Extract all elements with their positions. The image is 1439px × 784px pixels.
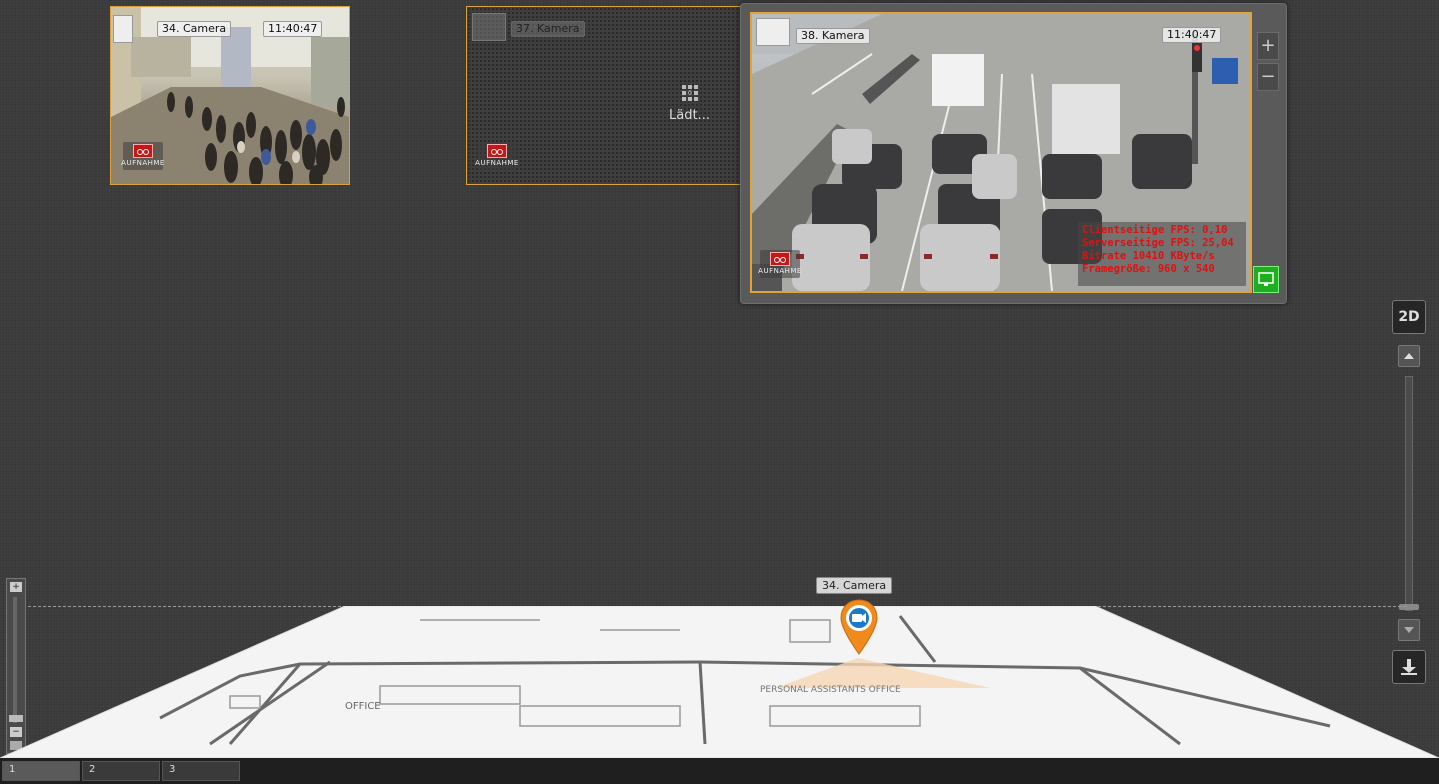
tab-2[interactable]: 2 <box>82 761 160 781</box>
view-mode-2d-button[interactable]: 2D <box>1392 300 1426 334</box>
record-button[interactable]: AUFNAHME <box>475 142 519 170</box>
scroll-up-button[interactable] <box>1398 345 1420 367</box>
room-label-assistants: PERSONAL ASSISTANTS OFFICE <box>760 685 901 695</box>
tab-3[interactable]: 3 <box>162 761 240 781</box>
zoom-in-button[interactable]: + <box>1257 32 1279 60</box>
camera-tile-34[interactable]: 34. Camera 11:40:47 AUFNAHME <box>110 6 350 185</box>
vertical-zoom-slider[interactable] <box>1399 376 1419 611</box>
loading-icon: 0 <box>680 83 704 105</box>
room-label-office: OFFICE <box>345 701 381 712</box>
map-zoom-in[interactable]: + <box>10 582 22 592</box>
monitor-icon[interactable] <box>1253 266 1279 293</box>
svg-text:0: 0 <box>688 90 692 97</box>
client-fps: Clientseitige FPS: 0,10 <box>1082 224 1228 236</box>
camera-tile-37[interactable]: 37. Kamera 0 AUFNAHME <box>466 6 746 185</box>
stream-statistics: Clientseitige FPS: 0,10 Serverseitige FP… <box>1078 222 1246 286</box>
camera-34-label: 34. Camera <box>157 21 232 37</box>
map-camera-label: 34. Camera <box>816 577 893 594</box>
loading-status: Lädt... <box>669 108 710 123</box>
record-label: AUFNAHME <box>758 267 802 275</box>
record-label: AUFNAHME <box>475 159 519 167</box>
chevron-up-icon <box>1404 353 1414 359</box>
record-button[interactable]: AUFNAHME <box>121 142 165 170</box>
camera-settings-icon[interactable] <box>472 13 506 41</box>
record-icon <box>133 144 153 158</box>
zoom-out-button[interactable]: − <box>1257 63 1279 91</box>
server-fps: Serverseitige FPS: 25,04 <box>1082 237 1234 249</box>
camera-settings-icon[interactable] <box>113 15 133 43</box>
frame-size: Framegröße: 960 x 540 <box>1082 263 1215 275</box>
floor-plan-map[interactable]: OFFICE PERSONAL ASSISTANTS OFFICE <box>0 606 1439 758</box>
camera-map-marker[interactable] <box>838 598 880 658</box>
bitrate: Bitrate 10410 KByte/s <box>1082 250 1215 262</box>
record-label: AUFNAHME <box>121 159 165 167</box>
camera-settings-icon[interactable] <box>756 18 790 46</box>
record-button[interactable]: AUFNAHME <box>758 250 802 278</box>
record-icon <box>487 144 507 158</box>
camera-38-label: 38. Kamera <box>796 28 870 44</box>
camera-38-time: 11:40:47 <box>1162 27 1222 43</box>
camera-34-time: 11:40:47 <box>263 21 323 37</box>
camera-37-label: 37. Kamera <box>511 21 585 37</box>
tab-1[interactable]: 1 <box>2 761 80 781</box>
record-icon <box>770 252 790 266</box>
